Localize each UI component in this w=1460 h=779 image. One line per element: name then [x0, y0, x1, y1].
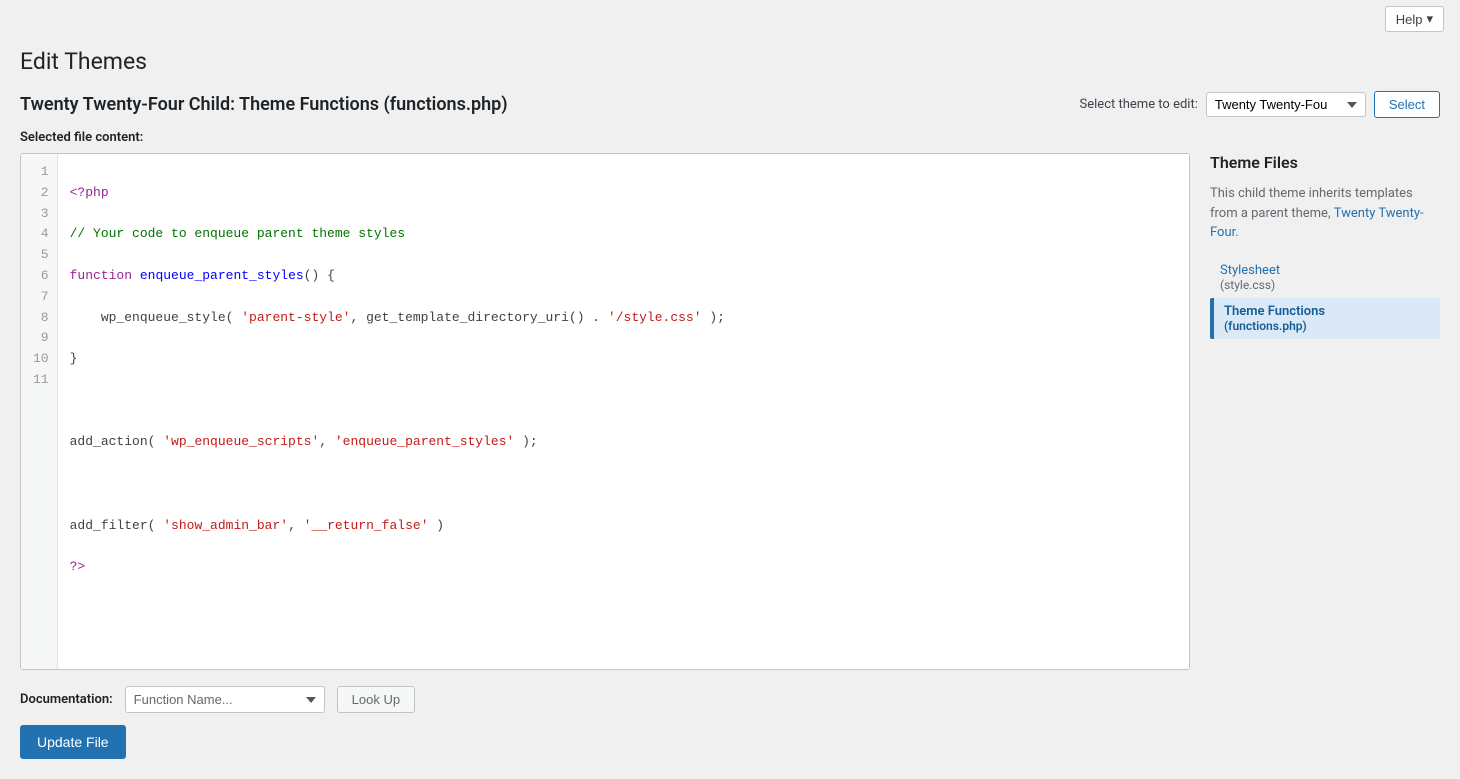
update-file-button[interactable]: Update File: [20, 725, 126, 759]
sidebar-title: Theme Files: [1210, 153, 1440, 172]
theme-select[interactable]: Twenty Twenty-Fou Twenty Twenty-Four: [1206, 92, 1366, 117]
sidebar-file-functions[interactable]: Theme Functions (functions.php): [1210, 298, 1440, 339]
documentation-bar: Documentation: Function Name... Look Up: [20, 686, 1440, 713]
page-title: Edit Themes: [20, 48, 1440, 75]
select-theme-label: Select theme to edit:: [1080, 97, 1198, 112]
sidebar-info: This child theme inherits templates from…: [1210, 184, 1440, 243]
line-numbers: 1 2 3 4 5 6 7 8 9 10 11: [21, 154, 58, 669]
code-content[interactable]: <?php // Your code to enqueue parent the…: [58, 154, 1189, 669]
sidebar-file-sub: (style.css): [1220, 278, 1430, 292]
help-label: Help: [1396, 12, 1423, 27]
sidebar-file-name: Stylesheet: [1220, 263, 1280, 278]
theme-files-sidebar: Theme Files This child theme inherits te…: [1210, 153, 1440, 339]
documentation-select[interactable]: Function Name...: [125, 686, 325, 713]
selected-file-label: Selected file content:: [20, 130, 1440, 145]
lookup-button[interactable]: Look Up: [337, 686, 415, 713]
sidebar-file-name-active: Theme Functions: [1224, 304, 1325, 319]
help-button[interactable]: Help ▾: [1385, 6, 1444, 32]
documentation-label: Documentation:: [20, 692, 113, 707]
chevron-down-icon: ▾: [1426, 11, 1433, 27]
sidebar-file-stylesheet[interactable]: Stylesheet (style.css): [1210, 257, 1440, 298]
select-button[interactable]: Select: [1374, 91, 1440, 118]
code-display[interactable]: 1 2 3 4 5 6 7 8 9 10 11 <?php // Your co…: [21, 154, 1189, 669]
file-title: Twenty Twenty-Four Child: Theme Function…: [20, 94, 508, 115]
sidebar-file-sub-active: (functions.php): [1224, 319, 1430, 333]
code-editor-wrapper: 1 2 3 4 5 6 7 8 9 10 11 <?php // Your co…: [20, 153, 1190, 670]
